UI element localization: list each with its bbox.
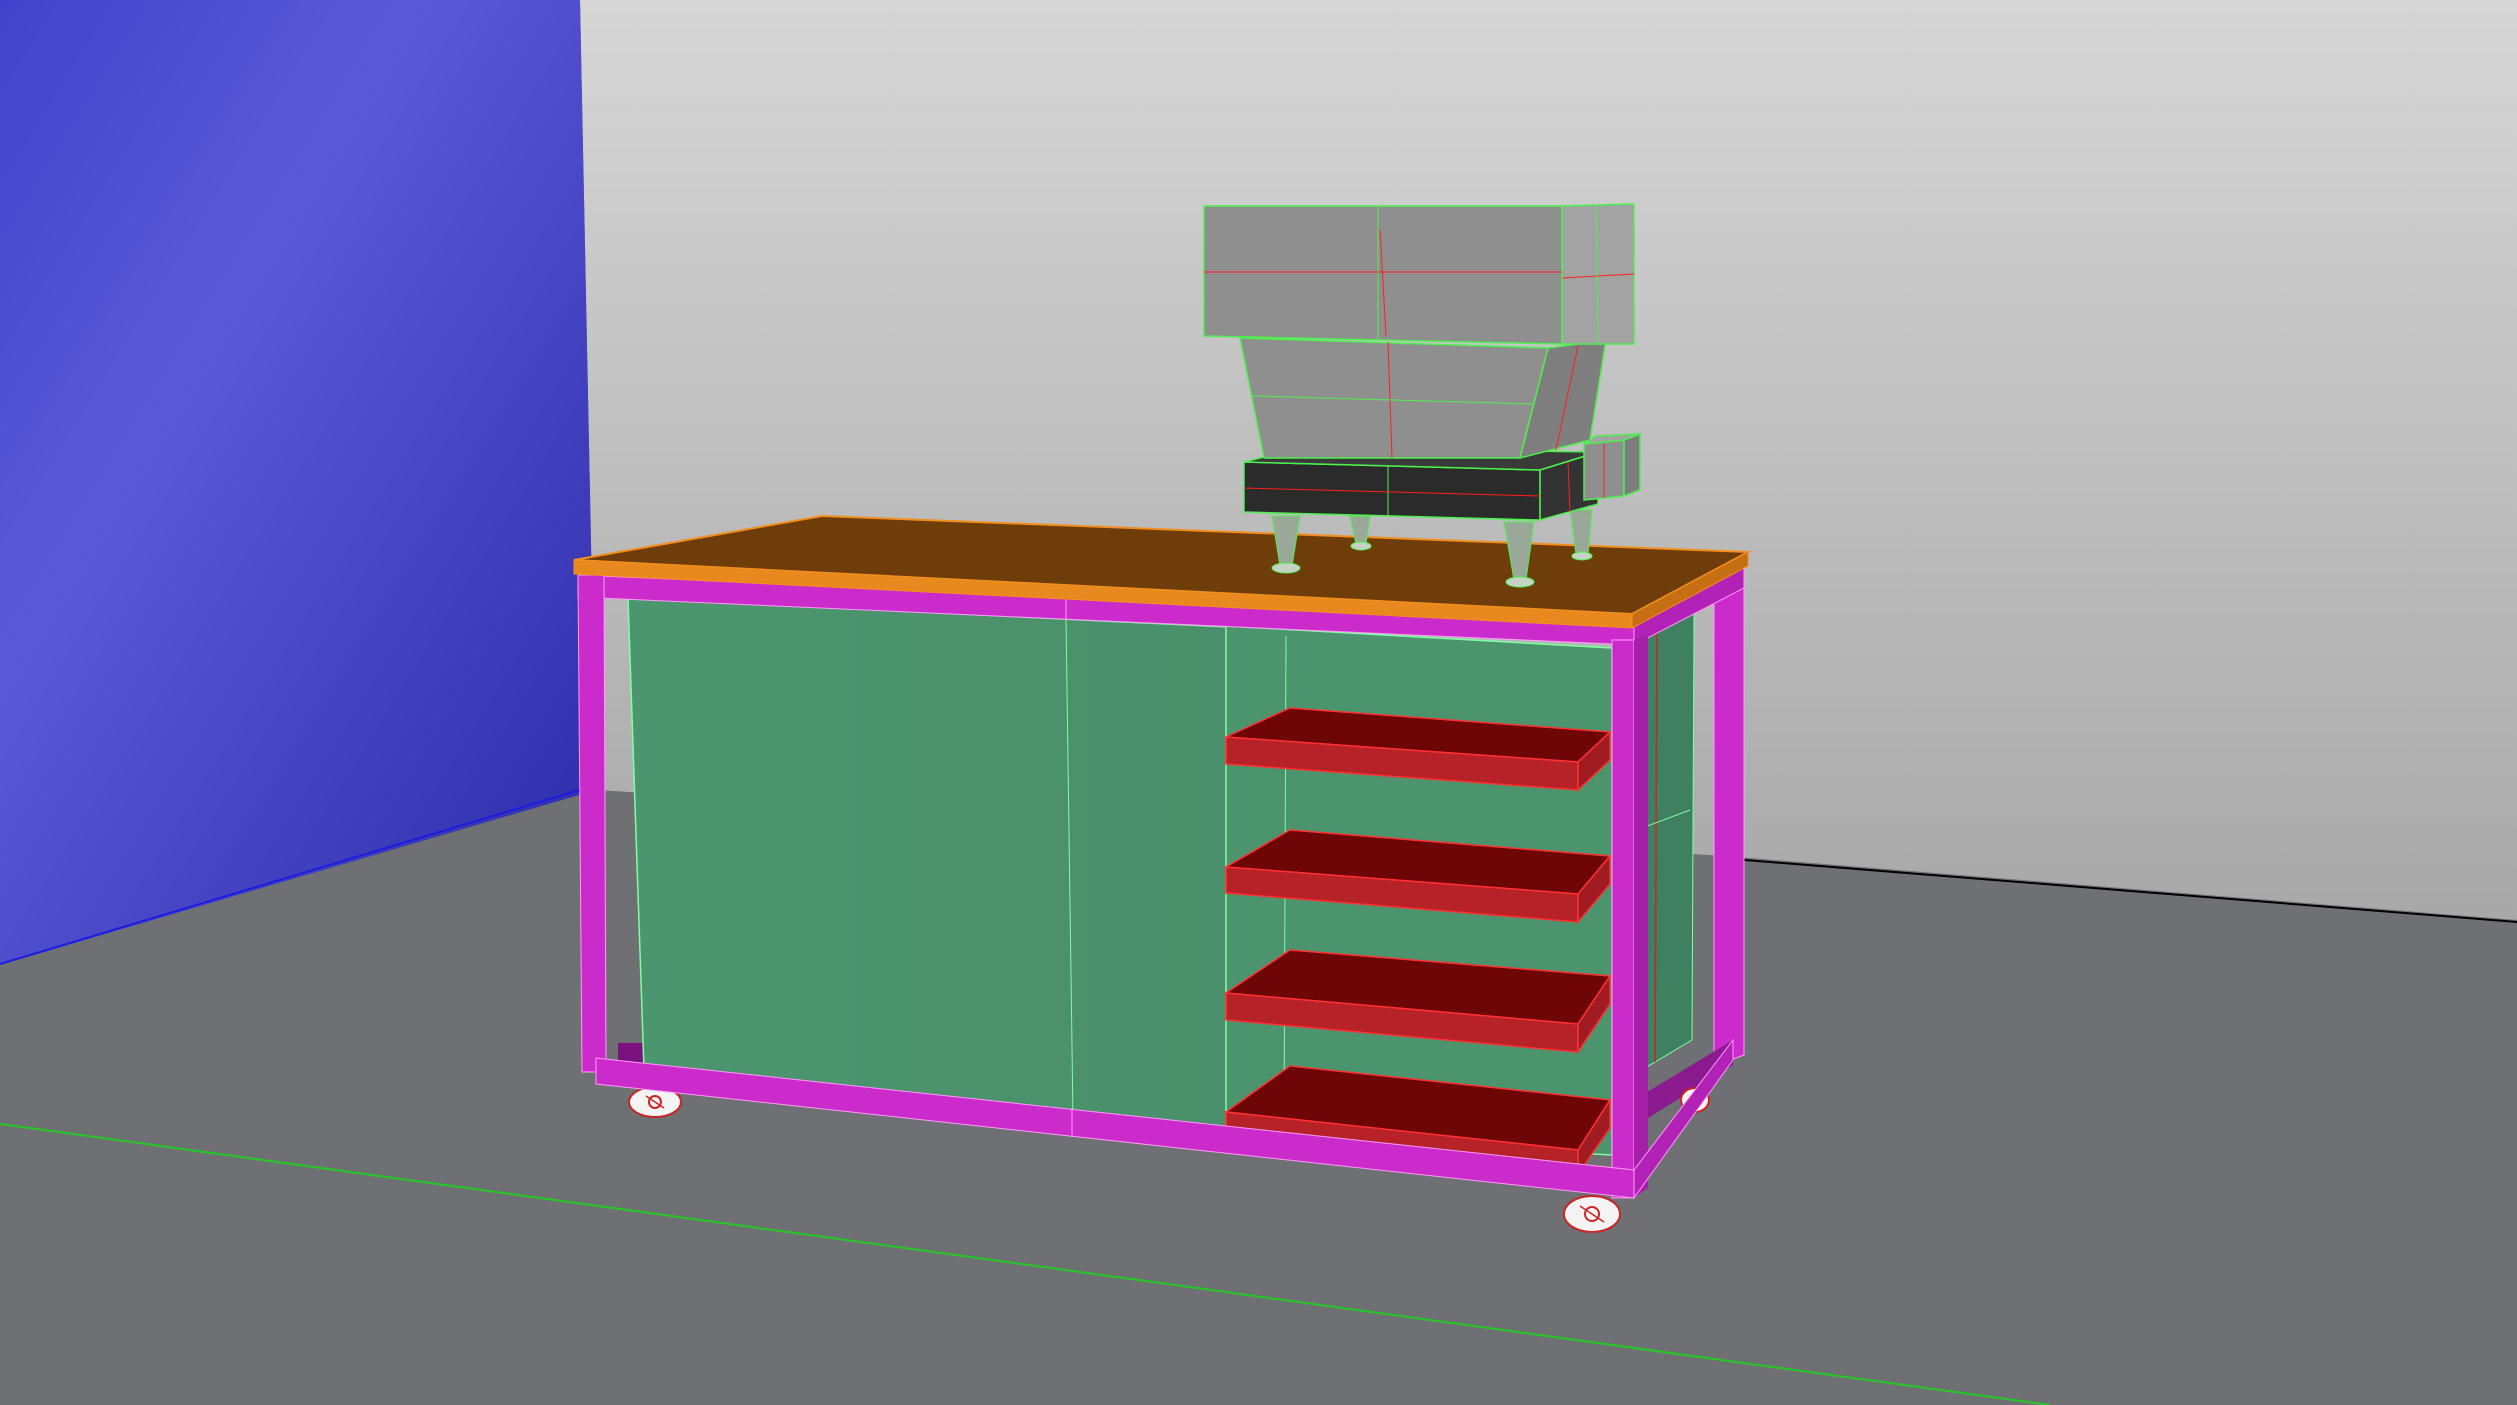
hopper-body-front[interactable] <box>1239 337 1549 459</box>
machine-leg[interactable] <box>1271 515 1301 574</box>
frame-front-right-post[interactable] <box>1611 639 1635 1199</box>
machine-leg[interactable] <box>1349 515 1372 551</box>
machine-motor-box[interactable] <box>1583 432 1641 501</box>
frame-back-right-post[interactable] <box>1713 567 1745 1067</box>
machine-base-front[interactable] <box>1243 461 1541 521</box>
caster-front-right[interactable] <box>1563 1195 1621 1233</box>
3d-viewport[interactable] <box>0 0 2517 1405</box>
frame-front-left-post[interactable] <box>577 574 607 1073</box>
panel-front-door[interactable] <box>627 597 1229 1136</box>
frame-front-right-post-side[interactable] <box>1634 634 1648 1198</box>
machine-hopper-body[interactable] <box>1239 337 1607 460</box>
scene-canvas[interactable] <box>0 0 2517 1405</box>
machine-base[interactable] <box>1243 447 1599 521</box>
machine-hopper-top[interactable] <box>1203 203 1635 345</box>
